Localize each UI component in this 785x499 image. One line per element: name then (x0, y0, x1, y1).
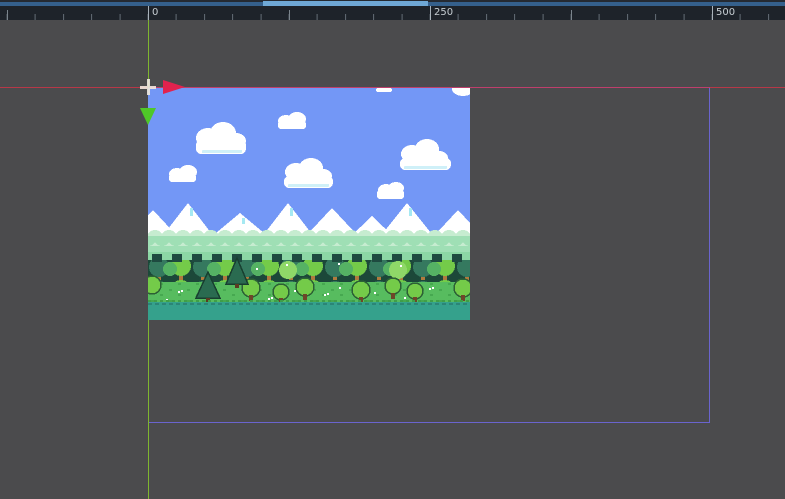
ruler-minor-ticks (0, 14, 785, 20)
sprite-water-band (148, 301, 470, 320)
horizontal-scrollbar-thumb[interactable] (263, 1, 428, 6)
x-axis-arrow-icon (163, 80, 185, 94)
ruler-label-250: 250 (430, 6, 453, 20)
horizontal-scrollbar[interactable] (0, 0, 785, 6)
ruler-mid-tick (571, 10, 572, 20)
viewport-canvas[interactable] (0, 0, 785, 499)
ruler-mid-tick (289, 10, 290, 20)
ruler-label-500: 500 (712, 6, 735, 20)
ruler-label-0: 0 (148, 6, 158, 20)
y-axis-arrow-icon (140, 108, 156, 125)
ruler-mid-tick (7, 10, 8, 20)
scene-sprite-forest-background[interactable] (148, 88, 470, 320)
horizontal-ruler: 0 250 500 (0, 6, 785, 20)
